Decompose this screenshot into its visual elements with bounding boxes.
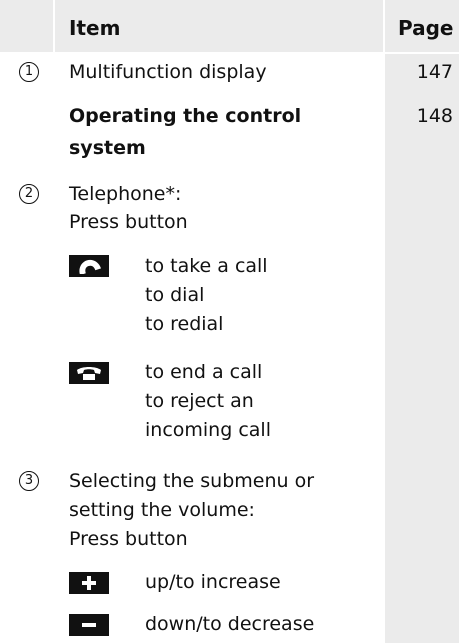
volume-line2: setting the volume: <box>69 499 255 521</box>
header-cell-num <box>0 0 53 52</box>
row2-page: 148 <box>416 105 453 127</box>
pickup-line1: to take a call <box>145 255 268 277</box>
hangup-line1: to end a call <box>145 361 263 383</box>
callout-1: 1 <box>19 62 39 82</box>
row1-text: Multifunction display <box>69 61 267 83</box>
callout-3: 3 <box>19 471 39 491</box>
row2-text-line2: system <box>69 137 146 159</box>
pickup-line3: to redial <box>145 313 224 335</box>
volume-line3: Press button <box>69 528 188 550</box>
hangup-line3: incoming call <box>145 419 271 441</box>
minus-text: down/to decrease <box>145 613 315 635</box>
phone-pickup-icon <box>69 255 109 277</box>
pickup-line2: to dial <box>145 284 205 306</box>
row2-text-line1: Operating the control <box>69 105 302 127</box>
index-table: Item Page 1 Multifunction display 147 Op… <box>0 0 459 643</box>
page-column <box>385 54 459 643</box>
volume-line1: Selecting the submenu or <box>69 470 315 492</box>
minus-icon <box>69 614 109 636</box>
hangup-line2: to reject an <box>145 390 254 412</box>
row3-text-line1: Telephone*: <box>69 183 182 205</box>
callout-2: 2 <box>19 184 39 204</box>
phone-hangup-icon <box>69 362 109 384</box>
plus-text: up/to increase <box>145 571 281 593</box>
row1-page: 147 <box>416 61 453 83</box>
header-item: Item <box>69 16 121 40</box>
header-page: Page <box>398 16 454 40</box>
row3-text-line2: Press button <box>69 211 188 233</box>
plus-icon <box>69 572 109 594</box>
